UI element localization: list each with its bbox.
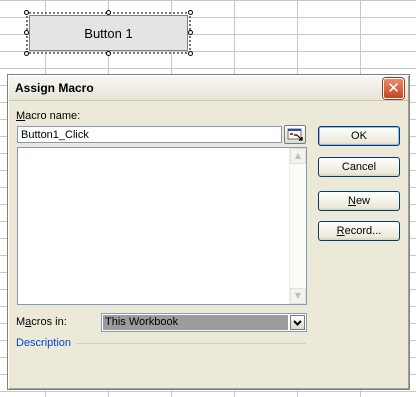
macros-in-value: This Workbook xyxy=(103,315,288,330)
resize-handle-se[interactable] xyxy=(188,51,193,56)
new-macro-button[interactable]: New xyxy=(318,191,400,211)
resize-handle-w[interactable] xyxy=(24,30,29,35)
record-button-label: Record... xyxy=(336,225,382,237)
resize-handle-n[interactable] xyxy=(106,10,111,15)
cancel-button[interactable]: Cancel xyxy=(318,157,400,177)
close-icon: ✕ xyxy=(387,79,400,97)
resize-handle-e[interactable] xyxy=(188,30,193,35)
macro-list-scrollbar[interactable]: ▲ ▼ xyxy=(289,148,306,304)
macro-name-label: Macro name: xyxy=(16,110,81,122)
new-button-label: New xyxy=(347,195,370,207)
resize-handle-sw[interactable] xyxy=(24,51,29,56)
ok-button-label: OK xyxy=(351,130,367,142)
macros-in-dropdown-button[interactable] xyxy=(290,315,305,330)
scroll-down-arrow-icon[interactable]: ▼ xyxy=(290,288,306,304)
collapse-dialog-button[interactable] xyxy=(284,125,306,144)
close-button[interactable]: ✕ xyxy=(383,78,404,99)
description-label: Description xyxy=(16,337,72,349)
form-button-label: Button 1 xyxy=(84,25,133,41)
resize-handle-ne[interactable] xyxy=(188,10,193,15)
macros-in-select[interactable]: This Workbook xyxy=(101,313,307,332)
assign-macro-dialog: Assign Macro ✕ Macro name: ▲ ▼ OK Cancel… xyxy=(7,74,410,390)
chevron-down-icon xyxy=(293,320,302,326)
dialog-title: Assign Macro xyxy=(15,81,94,95)
macro-name-input[interactable] xyxy=(17,126,282,143)
form-button-face[interactable]: Button 1 xyxy=(29,15,188,51)
worksheet-form-button[interactable]: Button 1 xyxy=(24,10,193,56)
resize-handle-nw[interactable] xyxy=(24,10,29,15)
resize-handle-s[interactable] xyxy=(106,51,111,56)
macro-list[interactable]: ▲ ▼ xyxy=(17,147,307,305)
ok-button[interactable]: OK xyxy=(318,126,400,146)
dialog-titlebar[interactable]: Assign Macro ✕ xyxy=(9,76,408,101)
record-macro-button[interactable]: Record... xyxy=(318,221,400,241)
macros-in-label: Macros in: xyxy=(16,316,67,328)
description-separator xyxy=(76,343,306,344)
collapse-dialog-icon xyxy=(287,128,303,141)
cancel-button-label: Cancel xyxy=(341,161,377,173)
scroll-up-arrow-icon[interactable]: ▲ xyxy=(290,148,306,164)
